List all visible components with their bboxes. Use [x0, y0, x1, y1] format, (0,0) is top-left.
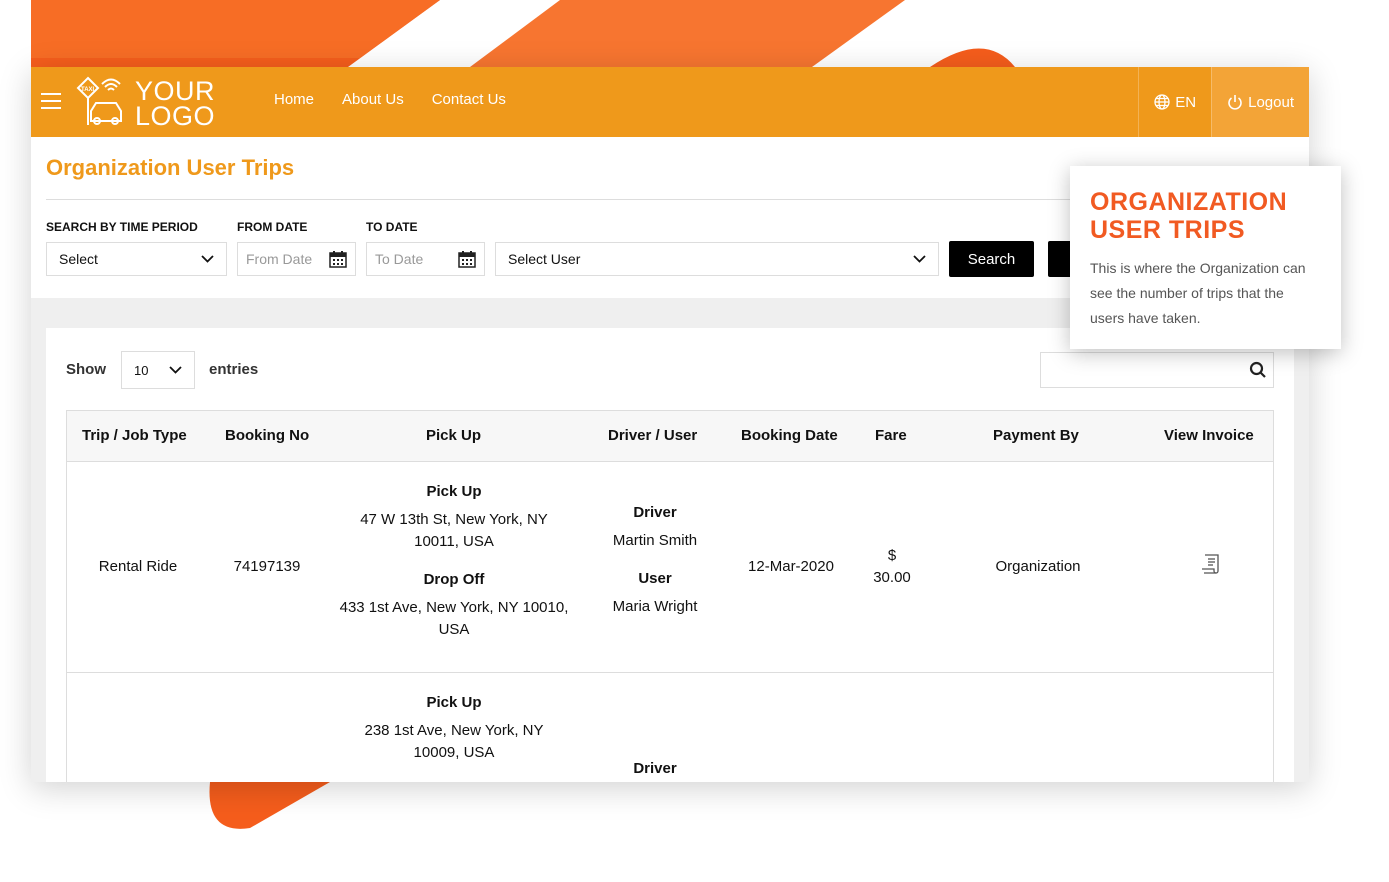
calendar-icon: [329, 251, 347, 268]
fare-amount: 30.00: [873, 569, 911, 586]
logo-line-2: LOGO: [135, 101, 216, 131]
callout-title-line2: USER TRIPS: [1090, 216, 1246, 244]
logout-button[interactable]: Logout: [1211, 67, 1309, 137]
pickup-dropoff-block: Pick Up 238 1st Ave, New York, NY 10009,…: [327, 692, 581, 764]
header-booking-date[interactable]: Booking Date: [741, 427, 838, 444]
driver-user-block: Driver Martin Smith User Maria Wright: [595, 502, 715, 618]
nav-home[interactable]: Home: [274, 91, 314, 108]
svg-text:TAXI: TAXI: [81, 87, 95, 93]
to-date-field[interactable]: To Date: [366, 242, 485, 276]
callout-title-line1: ORGANIZATION: [1090, 188, 1288, 216]
show-label: Show: [66, 361, 106, 378]
trips-table: Trip / Job Type Booking No Pick Up Drive…: [66, 410, 1274, 782]
pickup-label: Pick Up: [426, 694, 482, 711]
header-pick-up[interactable]: Pick Up: [426, 427, 481, 444]
time-period-label: SEARCH BY TIME PERIOD: [46, 220, 198, 234]
search-button[interactable]: Search: [949, 241, 1034, 277]
driver-label: Driver: [633, 504, 677, 521]
pickup-address-line2: 10009, USA: [413, 744, 495, 761]
nav-about-us[interactable]: About Us: [342, 91, 404, 108]
dropoff-address-line2: USA: [438, 621, 470, 638]
table-header: Trip / Job Type Booking No Pick Up Drive…: [67, 411, 1273, 462]
nav-links: Home About Us Contact Us: [274, 91, 506, 108]
pickup-dropoff-block: Pick Up 47 W 13th St, New York, NY 10011…: [327, 481, 581, 641]
dropoff-address-line1: 433 1st Ave, New York, NY 10010,: [339, 599, 569, 616]
driver-name: Martin Smith: [612, 532, 698, 549]
power-icon: [1228, 95, 1242, 110]
language-selector[interactable]: EN: [1138, 67, 1211, 137]
pickup-address-line1: 238 1st Ave, New York, NY: [364, 722, 544, 739]
header-trip-type[interactable]: Trip / Job Type: [82, 427, 187, 444]
feature-callout: ORGANIZATION USER TRIPS This is where th…: [1070, 166, 1341, 349]
logo[interactable]: TAXI YOUR LOGO: [75, 75, 225, 131]
from-date-label: FROM DATE: [237, 220, 308, 234]
chevron-down-icon: [913, 255, 926, 263]
pickup-address-line2: 10011, USA: [414, 533, 494, 550]
from-date-placeholder: From Date: [246, 251, 313, 267]
entries-value: 10: [134, 362, 149, 378]
header-view-invoice[interactable]: View Invoice: [1164, 427, 1254, 444]
entries-label: entries: [209, 361, 259, 378]
time-period-value: Select: [59, 251, 98, 267]
invoice-icon[interactable]: [1200, 553, 1222, 575]
hamburger-menu-icon[interactable]: [41, 93, 61, 109]
header-payment-by[interactable]: Payment By: [993, 427, 1079, 444]
user-label: User: [638, 570, 672, 587]
fare-currency: $: [887, 547, 897, 564]
time-period-select[interactable]: Select: [46, 242, 227, 276]
page-title: Organization User Trips: [46, 155, 295, 180]
chevron-down-icon: [169, 366, 182, 374]
dropoff-label: Drop Off: [423, 571, 485, 588]
fare-block: $ 30.00: [862, 545, 922, 589]
taxi-logo-icon: TAXI: [76, 76, 122, 125]
nav-right: EN Logout: [1138, 67, 1309, 137]
top-navbar: TAXI YOUR LOGO Home About Us Contact Us …: [31, 67, 1309, 137]
user-select-value: Select User: [508, 251, 581, 267]
pickup-address-line1: 47 W 13th St, New York, NY: [360, 511, 548, 528]
table-row: Rental Ride 74197139 Pick Up 47 W 13th S…: [67, 462, 1273, 673]
to-date-label: TO DATE: [366, 220, 418, 234]
booking-date: 12-Mar-2020: [748, 558, 834, 575]
chevron-down-icon: [201, 255, 214, 263]
header-fare[interactable]: Fare: [875, 427, 907, 444]
user-name: Maria Wright: [612, 598, 698, 615]
booking-no: 74197139: [233, 558, 301, 575]
header-driver-user[interactable]: Driver / User: [608, 427, 697, 444]
pickup-label: Pick Up: [426, 483, 482, 500]
nav-contact-us[interactable]: Contact Us: [432, 91, 506, 108]
trip-type: Rental Ride: [98, 558, 178, 575]
from-date-field[interactable]: From Date: [237, 242, 356, 276]
to-date-placeholder: To Date: [375, 251, 424, 267]
search-icon[interactable]: [1249, 361, 1267, 379]
driver-label: Driver: [633, 760, 677, 777]
globe-icon: [1154, 94, 1170, 110]
user-select[interactable]: Select User: [495, 242, 939, 276]
callout-body: This is where the Organization can see t…: [1090, 260, 1306, 326]
calendar-icon: [458, 251, 476, 268]
header-booking-no[interactable]: Booking No: [225, 427, 309, 444]
payment-by: Organization: [995, 558, 1081, 575]
logout-label: Logout: [1248, 93, 1294, 111]
language-label: EN: [1175, 93, 1197, 111]
table-search-input[interactable]: [1040, 352, 1274, 388]
table-row: Pick Up 238 1st Ave, New York, NY 10009,…: [67, 673, 1273, 782]
entries-select[interactable]: 10: [121, 351, 195, 389]
